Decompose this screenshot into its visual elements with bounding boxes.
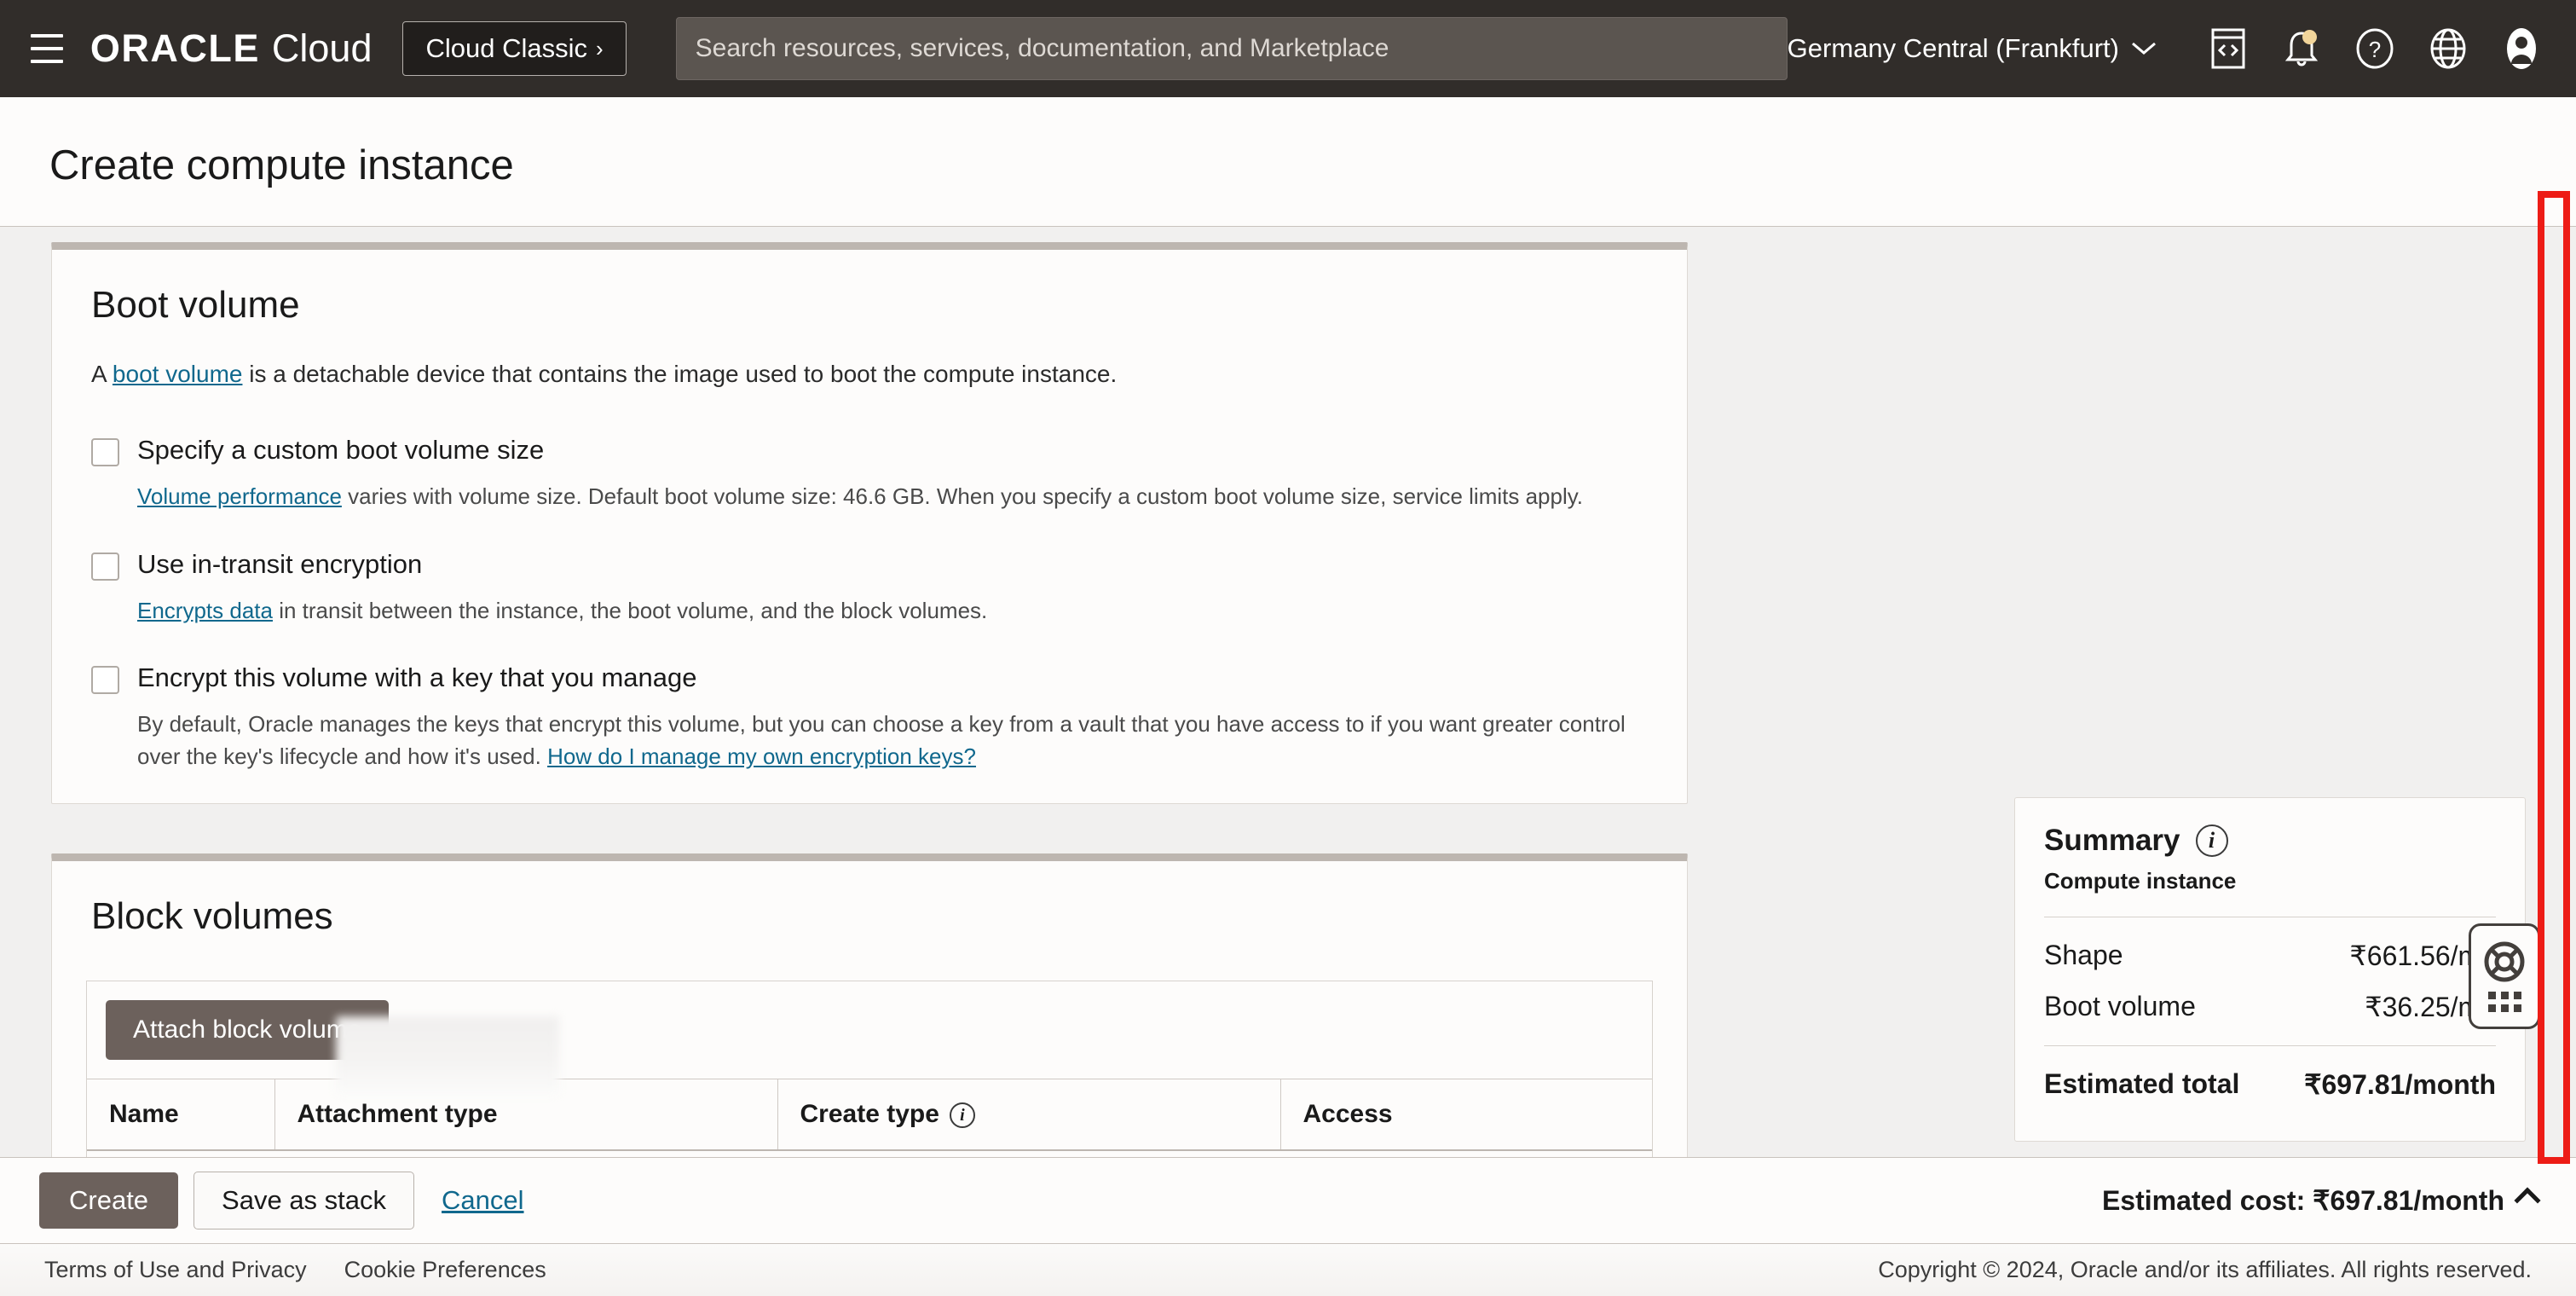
column-header-name[interactable]: Name [87,1079,274,1151]
customer-managed-key-label: Encrypt this volume with a key that you … [137,662,697,693]
cloud-classic-button[interactable]: Cloud Classic › [402,21,626,76]
cloud-classic-label: Cloud Classic [425,33,587,64]
boot-volume-card: Boot volume A boot volume is a detachabl… [51,242,1688,804]
region-label: Germany Central (Frankfurt) [1788,33,2119,64]
user-avatar-icon[interactable] [2498,25,2545,72]
in-transit-encryption-label: Use in-transit encryption [137,549,422,580]
in-transit-encryption-checkbox[interactable] [91,553,119,581]
summary-title-row: Summary i [2044,824,2496,858]
customer-managed-key-row: Encrypt this volume with a key that you … [91,662,1648,694]
desc-pre: A [91,361,113,387]
copyright-text: Copyright © 2024, Oracle and/or its affi… [1878,1257,2532,1283]
oracle-cloud-logo[interactable]: ORACLE Cloud [90,26,373,71]
summary-total-label: Estimated total [2044,1068,2239,1101]
support-lifesaver-widget[interactable] [2469,923,2540,1029]
notification-badge-dot [2302,30,2317,44]
nav-right-group: Germany Central (Frankfurt) ? [1788,25,2545,72]
summary-row-boot-volume: Boot volume ₹36.25/mo [2044,991,2496,1023]
summary-row-shape: Shape ₹661.56/mo [2044,940,2496,972]
boot-volume-description: A boot volume is a detachable device tha… [91,361,1648,388]
manage-encryption-keys-link[interactable]: How do I manage my own encryption keys? [547,743,976,769]
table-header-row: Name Attachment type Create typei Access [87,1079,1652,1151]
encrypts-data-link[interactable]: Encrypts data [137,598,273,623]
create-button[interactable]: Create [39,1172,178,1229]
summary-row-boot-volume-label: Boot volume [2044,991,2196,1023]
page-footer: Terms of Use and Privacy Cookie Preferen… [0,1243,2576,1296]
cancel-link[interactable]: Cancel [442,1185,524,1216]
summary-panel: Summary i Compute instance Shape ₹661.56… [2014,797,2526,1142]
custom-boot-volume-size-help: Volume performance varies with volume si… [137,481,1648,513]
customer-managed-key-checkbox[interactable] [91,666,119,694]
chevron-down-icon [2131,41,2157,56]
language-globe-icon[interactable] [2424,25,2472,72]
chevron-right-icon: › [596,36,604,62]
chevron-up-icon [2514,1187,2540,1213]
volume-performance-link[interactable]: Volume performance [137,483,342,509]
customer-managed-key-help: By default, Oracle manages the keys that… [137,709,1648,772]
desc-post: is a detachable device that contains the… [242,361,1117,387]
column-header-create-type[interactable]: Create type i [777,1079,1280,1151]
boot-volume-doc-link[interactable]: boot volume [113,361,243,387]
estimated-cost-label: Estimated cost: ₹697.81/month [2102,1184,2504,1217]
summary-estimated-total-row: Estimated total ₹697.81/month [2044,1068,2496,1101]
page-body: Boot volume A boot volume is a detachabl… [0,228,2576,1157]
in-transit-encryption-row: Use in-transit encryption [91,549,1648,581]
brand-oracle-text: ORACLE [90,26,260,71]
summary-info-icon[interactable]: i [2196,824,2228,857]
page-title-bar: Create compute instance [0,97,2576,227]
form-action-bar: Create Save as stack Cancel Estimated co… [0,1157,2576,1243]
boot-volume-title: Boot volume [91,284,1648,327]
column-header-access[interactable]: Access [1280,1079,1652,1151]
save-as-stack-button[interactable]: Save as stack [193,1172,414,1229]
top-navigation-bar: ORACLE Cloud Cloud Classic › Germany Cen… [0,0,2576,97]
summary-subtitle: Compute instance [2044,868,2496,894]
hamburger-menu-icon[interactable] [31,34,63,63]
region-selector[interactable]: Germany Central (Frankfurt) [1788,33,2157,64]
summary-title: Summary [2044,824,2180,858]
search-input[interactable] [676,17,1788,80]
cloud-shell-icon[interactable] [2204,25,2252,72]
encrypts-data-help-text: in transit between the instance, the boo… [273,598,987,623]
custom-boot-volume-size-label: Specify a custom boot volume size [137,435,544,466]
help-question-icon[interactable]: ? [2351,25,2399,72]
cookie-preferences-link[interactable]: Cookie Preferences [344,1257,546,1283]
notifications-bell-icon[interactable] [2278,25,2325,72]
block-volumes-title: Block volumes [91,895,1648,938]
volume-performance-help-text: varies with volume size. Default boot vo… [342,483,1583,509]
page-title: Create compute instance [49,142,514,189]
estimated-cost-toggle[interactable]: Estimated cost: ₹697.81/month [2102,1184,2537,1217]
custom-boot-volume-size-checkbox[interactable] [91,438,119,466]
global-search [676,17,1788,80]
brand-cloud-text: Cloud [272,26,373,71]
custom-boot-volume-size-row: Specify a custom boot volume size [91,435,1648,466]
summary-row-shape-label: Shape [2044,940,2123,972]
redacted-overlay-panel [336,1016,559,1096]
create-type-text: Create type [800,1100,939,1128]
in-transit-encryption-help: Encrypts data in transit between the ins… [137,595,1648,628]
summary-divider-bottom [2044,1045,2496,1046]
lifesaver-icon [2483,940,2526,983]
info-icon[interactable]: i [950,1102,975,1128]
apps-grid-icon [2488,992,2521,1012]
terms-of-use-link[interactable]: Terms of Use and Privacy [44,1257,307,1283]
svg-text:?: ? [2369,37,2381,62]
summary-total-value: ₹697.81/month [2304,1068,2496,1101]
